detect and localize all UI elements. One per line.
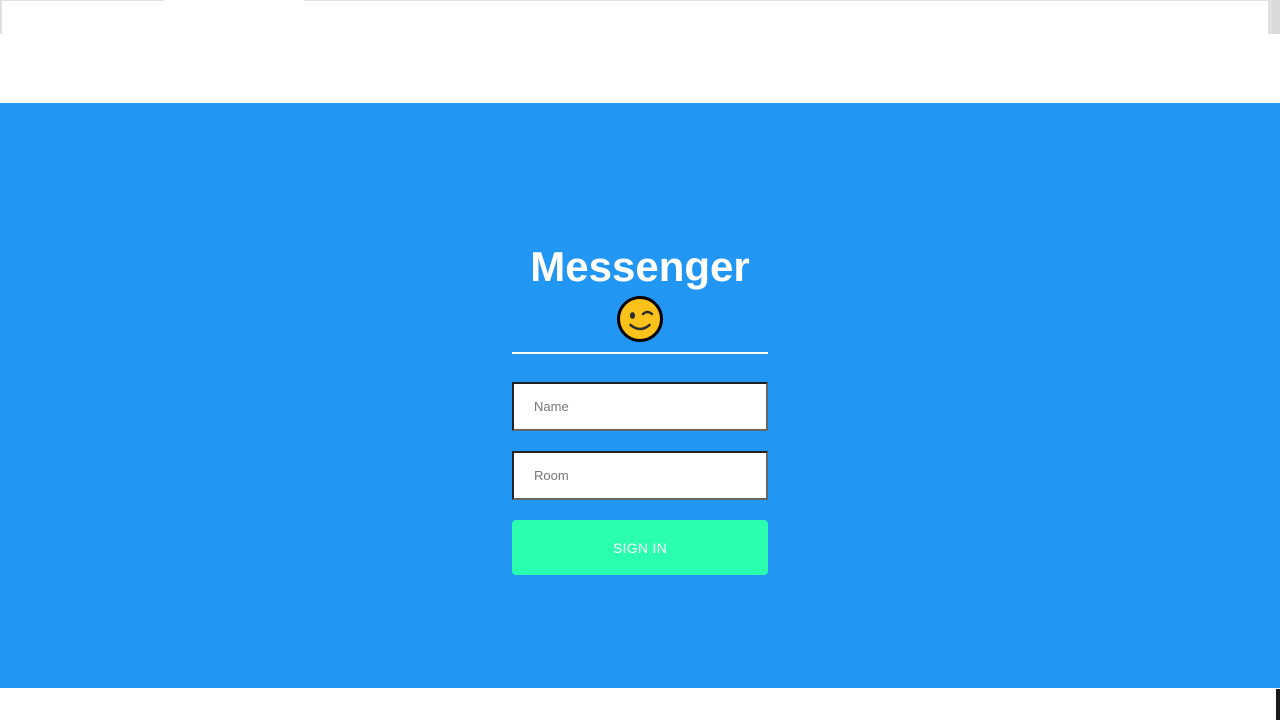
scrollbar-corner <box>1276 689 1280 720</box>
signin-form: Messenger SIGN IN <box>512 244 768 575</box>
browser-top-bar <box>0 0 1280 34</box>
sign-in-button[interactable]: SIGN IN <box>512 520 768 575</box>
emoji-container <box>512 295 768 343</box>
room-input[interactable] <box>512 451 768 500</box>
name-input[interactable] <box>512 382 768 431</box>
winking-face-icon <box>617 296 663 342</box>
window-frame-right-edge <box>1272 0 1280 34</box>
page-title: Messenger <box>530 243 750 290</box>
window-frame-left <box>0 0 2 34</box>
title-divider <box>512 352 768 354</box>
browser-tab[interactable] <box>164 0 304 2</box>
